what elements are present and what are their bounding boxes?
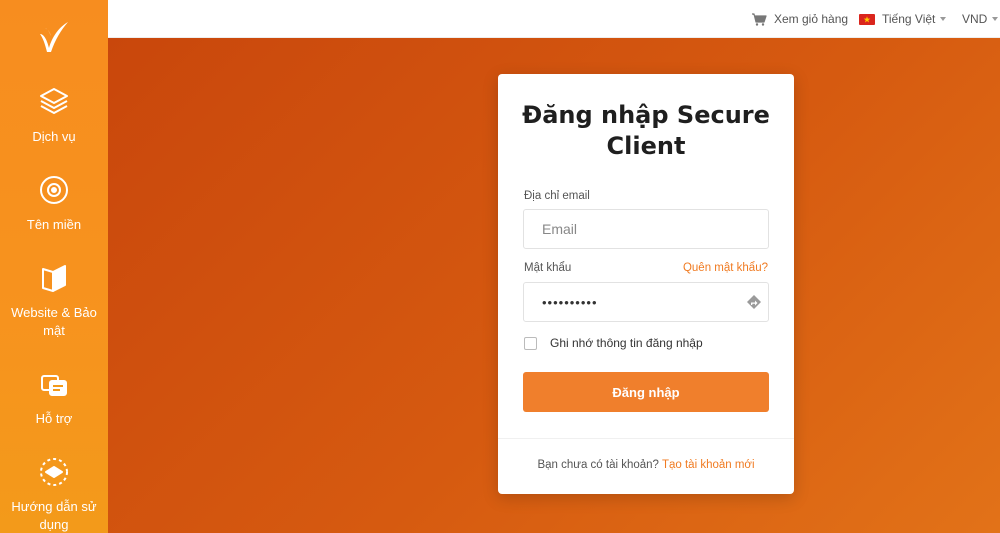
password-field[interactable] [523, 282, 769, 322]
language-selector[interactable]: Tiếng Việt [859, 0, 947, 38]
sidebar-item-support[interactable]: Hỗ trợ [0, 366, 108, 428]
checkbox[interactable] [524, 336, 537, 350]
signup-prompt: Bạn chưa có tài khoản? Tạo tài khoản mới [498, 459, 794, 471]
sidebar: Dịch vụ Tên miền Website & Bảo mật Hỗ tr… [0, 0, 108, 533]
no-account-text: Bạn chưa có tài khoản? [537, 459, 659, 471]
sidebar-item-label: Dịch vụ [32, 129, 76, 144]
password-label: Mật khẩu [524, 262, 572, 274]
email-label: Địa chỉ email [524, 190, 590, 202]
sidebar-item-label: Tên miền [26, 217, 82, 232]
sidebar-item-website-security[interactable]: Website & Bảo mật [0, 260, 108, 340]
sidebar-item-label: Website & Bảo mật [11, 305, 97, 338]
support-icon [36, 366, 72, 402]
checkmark-logo-icon [40, 22, 68, 52]
book-icon [36, 260, 72, 296]
email-field[interactable] [523, 209, 769, 249]
view-cart-label: Xem giỏ hàng [774, 12, 849, 26]
globe-icon [36, 172, 72, 208]
language-label: Tiếng Việt [882, 12, 936, 26]
login-button[interactable]: Đăng nhập [523, 372, 769, 412]
page-title: Đăng nhập Secure Client [522, 101, 770, 160]
forgot-password-link[interactable]: Quên mật khẩu? [683, 262, 768, 274]
sidebar-item-label: Hướng dẫn sử dụng [11, 499, 97, 532]
sidebar-item-services[interactable]: Dịch vụ [0, 84, 108, 146]
create-account-link[interactable]: Tạo tài khoản mới [662, 459, 755, 471]
currency-selector[interactable]: VND [962, 0, 999, 38]
view-cart-link[interactable]: Xem giỏ hàng [751, 0, 848, 38]
box-icon [36, 84, 72, 120]
sidebar-item-user-guide[interactable]: Hướng dẫn sử dụng [0, 454, 108, 533]
currency-label: VND [962, 12, 988, 26]
chevron-down-icon [940, 17, 947, 21]
remember-me-checkbox[interactable]: Ghi nhớ thông tin đăng nhập [524, 336, 703, 350]
show-password-icon[interactable] [745, 293, 763, 311]
login-card: Đăng nhập Secure Client Địa chỉ email Mậ… [498, 74, 794, 494]
brand-logo[interactable] [0, 14, 108, 60]
top-bar: Xem giỏ hàng Tiếng Việt VND [108, 0, 1000, 38]
cart-icon [751, 12, 767, 26]
sidebar-item-domains[interactable]: Tên miền [0, 172, 108, 234]
divider [498, 438, 794, 439]
guide-icon [36, 454, 72, 490]
sidebar-item-label: Hỗ trợ [35, 411, 73, 426]
vietnam-flag-icon [859, 13, 875, 25]
remember-me-label: Ghi nhớ thông tin đăng nhập [550, 336, 703, 350]
chevron-down-icon [992, 17, 999, 21]
